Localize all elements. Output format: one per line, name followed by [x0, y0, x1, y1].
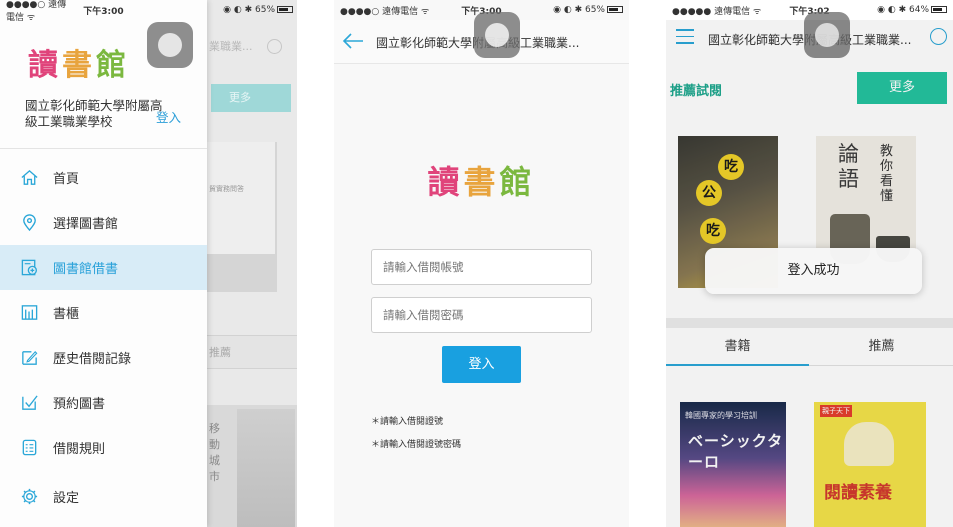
account-input[interactable]: [371, 249, 592, 285]
menu-item-home[interactable]: 首頁: [0, 155, 207, 200]
status-indicators: ◉ ◐ ✱ 64%: [855, 5, 948, 15]
app-logo: 讀書館: [28, 48, 130, 83]
login-screen: ●●●●○ 遠傳電信 ᯤ 下午3:00 ◉ ◐ ✱ 65% 國立彰化師範大學附屬…: [334, 0, 629, 527]
bg-nav-title: 業職業...: [209, 40, 253, 53]
login-button[interactable]: 登入: [442, 346, 521, 383]
menu-item-label: 書櫃: [53, 307, 80, 322]
menu-item-history[interactable]: 歷史借閱記錄: [0, 335, 207, 380]
menu-item-select-library[interactable]: 選擇圖書館: [0, 200, 207, 245]
rules-list-icon: [22, 439, 37, 456]
assistive-touch-button[interactable]: [474, 12, 520, 58]
bg-tab-recommend: 推薦: [207, 335, 297, 369]
school-name: 國立彰化師範大學附屬高級工業職業學校: [25, 98, 163, 129]
hint-account: ＊請輸入借閱證號: [371, 417, 444, 427]
carrier-label: ●●●●○ 遠傳電信 ᯤ: [340, 6, 430, 17]
battery-icon: [931, 6, 948, 13]
menu-item-label: 預約圖書: [53, 397, 106, 412]
carrier-label: ●●●●● 遠傳電信 ᯤ: [672, 6, 762, 17]
menu-item-reserve[interactable]: 預約圖書: [0, 380, 207, 425]
app-logo: 讀書館: [427, 163, 536, 201]
status-bar-right: ◉ ◐ ✱ 65%: [207, 0, 297, 20]
bg-more-button: 更多: [211, 84, 291, 112]
settings-gear-icon: [21, 488, 38, 505]
menu-item-label: 選擇圖書館: [53, 217, 119, 232]
menu-item-label: 歷史借閱記錄: [53, 352, 132, 367]
menu-item-label: 借閱規則: [53, 442, 106, 457]
bg-book2-image: [237, 409, 295, 527]
reserve-check-icon: [22, 395, 38, 410]
back-arrow-icon[interactable]: [342, 33, 364, 49]
login-link[interactable]: 登入: [156, 107, 181, 126]
bookshelf-icon: [21, 305, 38, 320]
menu-item-label: 設定: [53, 491, 80, 506]
status-indicators: ◉ ◐ ✱ 65%: [211, 5, 293, 15]
bg-book-cover: 貿實務問答: [207, 142, 277, 292]
bg-search-icon: [267, 39, 282, 54]
history-edit-icon: [22, 350, 38, 365]
navigation-drawer: ●●●●○ 遠傳電信 ᯤ 下午3:00 讀書館 國立彰化師範大學附屬高級工業職業…: [0, 0, 207, 527]
carrier-label: ●●●●○ 遠傳電信 ᯤ: [6, 0, 67, 23]
dimmed-home-background: 業職業... 更多 貿實務問答 推薦 移動城市: [207, 0, 297, 527]
menu-item-label: 圖書館借書: [53, 262, 119, 277]
bg-book-cover-2: 移動城市: [207, 405, 297, 527]
side-menu-screen: 業職業... 更多 貿實務問答 推薦 移動城市 ●●●●○ 遠傳電信 ᯤ 下午3…: [0, 0, 297, 527]
home-screen: ●●●●● 遠傳電信 ᯤ 下午3:02 ◉ ◐ ✱ 64% 國立彰化師範大學附屬…: [666, 0, 953, 527]
menu-item-label: 首頁: [53, 172, 80, 187]
hint-password: ＊請輸入借閱證號密碼: [371, 440, 462, 450]
menu-item-bookshelf[interactable]: 書櫃: [0, 290, 207, 335]
borrow-book-icon: [21, 259, 38, 276]
home-icon: [21, 169, 38, 185]
menu-item-settings[interactable]: 設定: [0, 474, 207, 519]
menu-item-library-borrow[interactable]: 圖書館借書: [0, 245, 207, 290]
status-indicators: ◉ ◐ ✱ 65%: [529, 5, 623, 15]
assistive-touch-button[interactable]: [147, 22, 193, 68]
bg-book-caption: 貿實務問答: [209, 185, 244, 193]
battery-icon: [277, 6, 293, 13]
divider: [0, 148, 207, 149]
bg-book2-title: 移動城市: [209, 422, 220, 483]
status-bar: ●●●●○ 遠傳電信 ᯤ 下午3:00: [0, 0, 207, 23]
battery-icon: [606, 6, 623, 13]
menu-item-rules[interactable]: 借閱規則: [0, 425, 207, 470]
status-time: 下午3:00: [83, 6, 124, 17]
password-input[interactable]: [371, 297, 592, 333]
login-success-toast: 登入成功: [705, 248, 922, 294]
location-pin-icon: [23, 214, 36, 232]
